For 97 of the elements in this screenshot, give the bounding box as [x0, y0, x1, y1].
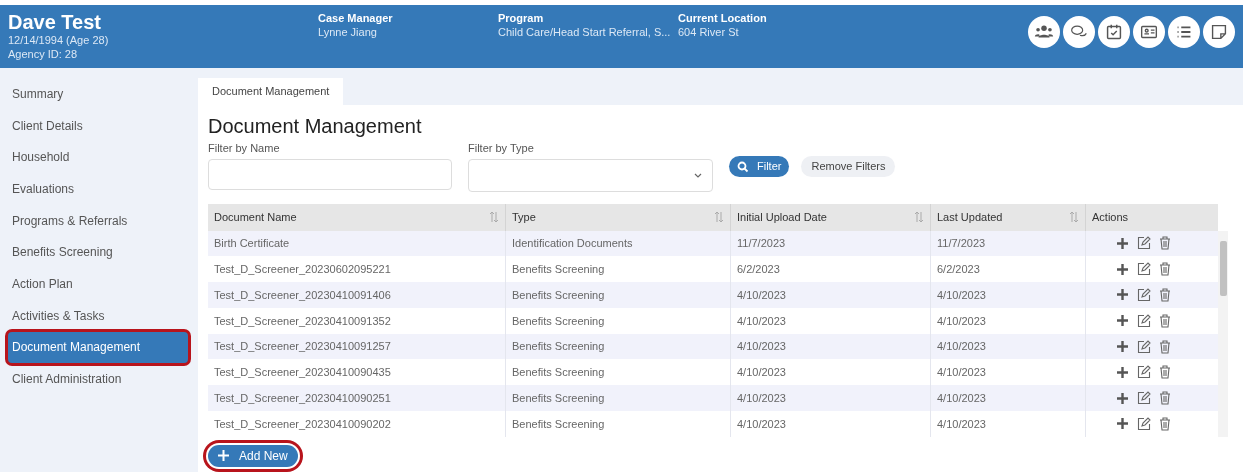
trash-icon[interactable] [1159, 236, 1171, 251]
plus-icon[interactable] [1116, 314, 1129, 328]
table-cell-text: Test_D_Screener_20230410090202 [214, 416, 391, 432]
trash-icon[interactable] [1159, 416, 1171, 431]
table-cell-text: Benefits Screening [512, 261, 605, 277]
table-cell-text: Test_D_Screener_20230410091352 [214, 313, 391, 329]
field-value: Lynne Jiang [318, 25, 378, 39]
table-cell-text: Benefits Screening [512, 365, 605, 381]
scrollbar[interactable] [1218, 230, 1228, 437]
agency-id: Agency ID: 28 [8, 47, 79, 61]
plus-icon[interactable] [1116, 417, 1129, 431]
filter-button[interactable]: Filter [729, 156, 790, 177]
table-cell-text: 4/10/2023 [737, 339, 786, 355]
table-cell-text: Benefits Screening [512, 287, 605, 303]
name-filter-field[interactable] [208, 158, 452, 190]
calendar-icon[interactable] [1098, 16, 1130, 48]
table-cell-text: 4/10/2023 [737, 313, 786, 329]
table-cell-text: Test_D_Screener_20230410091257 [214, 339, 391, 355]
table-cell-text: 4/10/2023 [737, 287, 786, 303]
plus-icon[interactable] [1116, 262, 1129, 276]
field-label: Current Location [678, 11, 768, 25]
list-icon[interactable] [1168, 16, 1200, 48]
field-label: Filter by Name [208, 141, 281, 156]
table-cell-text: Benefits Screening [512, 313, 605, 329]
plus-icon[interactable] [1116, 236, 1129, 250]
table-cell-text: 4/10/2023 [737, 416, 786, 432]
sidebar-item[interactable]: Benefits Screening [8, 236, 188, 269]
sidebar-item[interactable]: Document Management [8, 331, 188, 364]
field-value: Child Care/Head Start Referral, S... [498, 25, 672, 39]
edit-icon[interactable] [1137, 288, 1151, 302]
edit-icon[interactable] [1137, 391, 1151, 406]
table-cell-text: 11/7/2023 [937, 236, 986, 252]
remove-filters-button[interactable]: Remove Filters [801, 156, 896, 177]
trash-icon[interactable] [1159, 313, 1171, 328]
chevron-down-icon [694, 172, 702, 178]
table-cell-text: 4/10/2023 [937, 365, 986, 381]
column-header: Initial Upload Date [737, 209, 827, 225]
table-cell-text: Birth Certificate [214, 236, 290, 252]
table-cell-text: Test_D_Screener_20230410091406 [214, 287, 391, 303]
field-label: Filter by Type [468, 141, 535, 156]
field-label: Program [498, 11, 545, 25]
client-dob: 12/14/1994 (Age 28) [8, 33, 110, 47]
table-cell-text: Benefits Screening [512, 390, 605, 406]
table-cell-text: Benefits Screening [512, 339, 605, 355]
edit-icon[interactable] [1137, 416, 1151, 431]
sidebar-item[interactable]: Action Plan [8, 268, 188, 300]
trash-icon[interactable] [1159, 365, 1171, 380]
column-header: Actions [1092, 209, 1129, 225]
page-title: Document Management [208, 114, 423, 138]
plus-icon[interactable] [1116, 365, 1129, 379]
plus-icon [218, 450, 229, 462]
column-header: Document Name [214, 209, 297, 225]
field-value: 604 River St [678, 25, 740, 39]
table-cell-text: 4/10/2023 [937, 313, 986, 329]
table-cell-text: 4/10/2023 [937, 287, 986, 303]
trash-icon[interactable] [1159, 288, 1171, 302]
people-icon[interactable] [1028, 16, 1060, 48]
sidebar-item[interactable]: Client Administration [8, 363, 188, 395]
table-cell-text: 4/10/2023 [737, 365, 786, 381]
table-cell-text: Test_D_Screener_20230410090435 [214, 365, 391, 381]
table-cell-text: 4/10/2023 [937, 390, 986, 406]
search-icon [737, 160, 749, 173]
sidebar-item[interactable]: Household [8, 141, 188, 174]
id-card-icon[interactable] [1133, 16, 1165, 48]
plus-icon[interactable] [1116, 340, 1129, 354]
sidebar-item[interactable]: Client Details [8, 109, 188, 142]
column-header: Type [512, 209, 536, 225]
plus-icon[interactable] [1116, 288, 1129, 302]
table-cell-text: Identification Documents [512, 236, 633, 252]
table-cell-text: 4/10/2023 [937, 339, 986, 355]
sidebar-item[interactable]: Programs & Referrals [8, 204, 188, 237]
edit-icon[interactable] [1137, 313, 1151, 328]
tab[interactable]: Document Management [198, 78, 344, 105]
edit-icon[interactable] [1137, 236, 1151, 251]
table-cell-text: 4/10/2023 [737, 390, 786, 406]
table-cell-text: Benefits Screening [512, 416, 605, 432]
sidebar-item[interactable]: Summary [8, 78, 188, 110]
table-cell-text: 6/2/2023 [937, 261, 980, 277]
trash-icon[interactable] [1159, 339, 1171, 354]
table-cell-text: Test_D_Screener_20230410090251 [214, 390, 391, 406]
edit-icon[interactable] [1137, 365, 1151, 380]
table-cell-text: Test_D_Screener_20230602095221 [214, 261, 391, 277]
table-cell-text: 4/10/2023 [937, 416, 986, 432]
trash-icon[interactable] [1159, 391, 1171, 406]
table-cell-text: 11/7/2023 [737, 236, 786, 252]
table-cell-text: 6/2/2023 [737, 261, 780, 277]
edit-icon[interactable] [1137, 339, 1151, 354]
edit-icon[interactable] [1137, 262, 1151, 277]
chat-icon[interactable] [1063, 16, 1095, 48]
trash-icon[interactable] [1159, 262, 1171, 277]
sidebar-item[interactable]: Activities & Tasks [8, 299, 188, 332]
column-header: Last Updated [937, 209, 1003, 225]
plus-icon[interactable] [1116, 391, 1129, 405]
client-name: Dave Test [8, 11, 102, 33]
sidebar-item[interactable]: Evaluations [8, 173, 188, 205]
note-icon[interactable] [1203, 16, 1235, 48]
field-label: Case Manager [318, 11, 394, 25]
